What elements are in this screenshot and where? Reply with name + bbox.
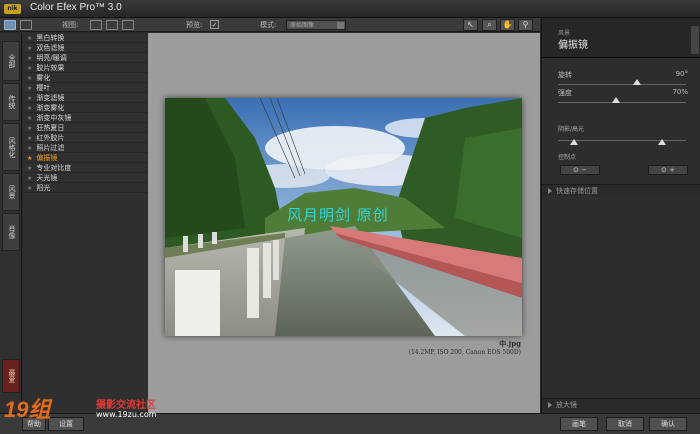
view-label: 视图: [62, 21, 79, 29]
expand-icon [548, 188, 552, 194]
filter-item[interactable]: ★ 双色滤镜 [23, 43, 147, 53]
pin-button[interactable]: ⚲ [518, 19, 533, 31]
filter-list: ★ 黑白转换 ★ 双色滤镜 ★ 明亮/暖调 ★ 胶片效果 ★ 雾化 ★ 樱叶 ★ 渐变滤镜 ★… [23, 33, 147, 413]
star-icon[interactable]: ★ [27, 185, 32, 192]
remove-control-point-button[interactable]: ⊙ − [560, 165, 600, 175]
filter-item[interactable]: ★ 红外胶片 [23, 133, 147, 143]
star-icon[interactable]: ★ [27, 145, 32, 152]
photo-overlay-text: 风月明剑 原创 [287, 206, 389, 224]
app-title: Color Efex Pro™ 3.0 [30, 2, 122, 13]
star-icon[interactable]: ★ [27, 65, 32, 72]
preview-label: 预览: [186, 21, 203, 29]
rotation-label: 旋转 [558, 71, 572, 79]
filter-header: 风景 偏振镜 [542, 18, 700, 58]
filter-item[interactable]: ★ 樱叶 [23, 83, 147, 93]
filter-item[interactable]: ★ 照片过滤 [23, 143, 147, 153]
filter-item[interactable]: ★ 明亮/暖调 [23, 53, 147, 63]
landscape-photo: 风月明剑 原创 [165, 98, 522, 336]
filter-item[interactable]: ★ 雾化 [23, 73, 147, 83]
undo-arrow-button[interactable]: ↖ [463, 19, 478, 31]
strength-value: 70% [672, 88, 688, 96]
loupe-label: 放大镜 [556, 401, 577, 409]
tab-all[interactable]: 全部 [2, 41, 20, 81]
tab-traditional[interactable]: 传统 [2, 83, 20, 121]
star-icon[interactable]: ★ [27, 165, 32, 172]
side-by-side-icon[interactable] [122, 20, 134, 30]
single-view-icon[interactable] [4, 20, 16, 30]
star-icon[interactable]: ★ [27, 95, 32, 102]
mode-select[interactable]: 原始图像 [286, 20, 346, 30]
toolbar: 视图: 预览: ✓ 模式: 原始图像 ↖ ⌕ ✋ ⚲ [0, 18, 540, 32]
filter-item[interactable]: ★ 阳光 [23, 183, 147, 193]
rotation-value: 90° [675, 70, 688, 78]
ok-button[interactable]: 确认 [649, 417, 687, 431]
preview-photo[interactable]: 风月明剑 原创 [165, 98, 522, 336]
hand-tool-button[interactable]: ✋ [500, 19, 515, 31]
nik-logo: nik [4, 4, 21, 14]
site-watermark: 19组 摄影交流社区 www.19zu.com [4, 392, 204, 426]
tab-portrait[interactable]: 肖像 [2, 213, 20, 251]
filter-item-selected[interactable]: ★ 偏振镜 [23, 153, 147, 163]
star-icon[interactable]: ★ [27, 35, 32, 42]
rotation-slider[interactable] [558, 84, 686, 85]
star-icon[interactable]: ★ [27, 125, 32, 132]
filter-item[interactable]: ★ 渐变雾化 [23, 103, 147, 113]
full-view-icon[interactable] [90, 20, 102, 30]
tab-landscape[interactable]: 风景 [2, 173, 20, 211]
strength-slider-thumb[interactable] [611, 97, 620, 103]
quick-save-section[interactable]: 快速存储位置 [542, 184, 700, 196]
tab-stylized[interactable]: 风格化 [2, 123, 20, 171]
star-icon[interactable]: ★ [27, 135, 32, 142]
star-icon[interactable]: ★ [27, 115, 32, 122]
strength-slider[interactable] [558, 102, 686, 103]
mode-select-value: 原始图像 [290, 22, 315, 29]
cancel-button[interactable]: 取消 [606, 417, 644, 431]
quick-save-label: 快速存储位置 [556, 187, 598, 195]
filter-item[interactable]: ★ 黑白转换 [23, 33, 147, 43]
filter-settings-panel: 风景 偏振镜 旋转 90° 强度 70% 阴影/高光 控制点 ⊙ − ⊙ + 快… [541, 18, 700, 413]
star-icon[interactable]: ★ [27, 75, 32, 82]
expand-icon [548, 402, 552, 408]
category-tabs: 全部 传统 风格化 风景 肖像 最爱 [0, 33, 22, 434]
title-bar: nik Color Efex Pro™ 3.0 [0, 0, 700, 18]
watermark-url: www.19zu.com [96, 410, 157, 419]
panel-scrollbar[interactable] [691, 26, 699, 54]
star-icon[interactable]: ★ [27, 175, 32, 182]
star-icon[interactable]: ★ [27, 105, 32, 112]
add-control-point-button[interactable]: ⊙ + [648, 165, 688, 175]
control-points-label: 控制点 [558, 154, 577, 161]
filter-item[interactable]: ★ 天光镜 [23, 173, 147, 183]
sidebar-toggle-icon[interactable] [20, 20, 32, 30]
filter-item[interactable]: ★ 狂热夏日 [23, 123, 147, 133]
filter-item[interactable]: ★ 专业对比度 [23, 163, 147, 173]
filter-title: 偏振镜 [558, 40, 588, 51]
chevron-down-icon [337, 22, 344, 29]
star-icon[interactable]: ★ [27, 55, 32, 62]
rotation-slider-thumb[interactable] [633, 79, 642, 85]
strength-label: 强度 [558, 89, 572, 97]
shadows-slider-thumb[interactable] [570, 139, 578, 145]
star-icon[interactable]: ★ [27, 85, 32, 92]
preview-checkbox[interactable]: ✓ [210, 20, 219, 29]
shadows-highlights-label: 阴影/高光 [558, 126, 585, 133]
watermark-site-name: 摄影交流社区 [96, 400, 156, 411]
photo-meta: (14.2MP, ISO 200, Canon EOS 500D) [408, 349, 521, 356]
star-icon[interactable]: ★ [27, 45, 32, 52]
photo-caption: 中.jpg (14.2MP, ISO 200, Canon EOS 500D) [409, 339, 521, 356]
star-icon[interactable]: ★ [27, 155, 32, 162]
filter-item[interactable]: ★ 胶片效果 [23, 63, 147, 73]
photo-filename: 中.jpg [499, 339, 521, 348]
brush-button[interactable]: 画笔 [560, 417, 598, 431]
watermark-logo: 19组 [4, 397, 51, 422]
filter-item[interactable]: ★ 渐变中灰镜 [23, 113, 147, 123]
mode-label: 模式: [260, 21, 277, 29]
zoom-button[interactable]: ⌕ [482, 19, 497, 31]
tab-favorites[interactable]: 最爱 [2, 359, 20, 393]
split-view-icon[interactable] [106, 20, 118, 30]
preview-canvas[interactable]: 风月明剑 原创 中.jpg (14.2MP, ISO 200, Canon EO… [148, 33, 540, 413]
loupe-section[interactable]: 放大镜 [542, 398, 700, 410]
filter-item[interactable]: ★ 渐变滤镜 [23, 93, 147, 103]
highlights-slider-thumb[interactable] [658, 139, 666, 145]
